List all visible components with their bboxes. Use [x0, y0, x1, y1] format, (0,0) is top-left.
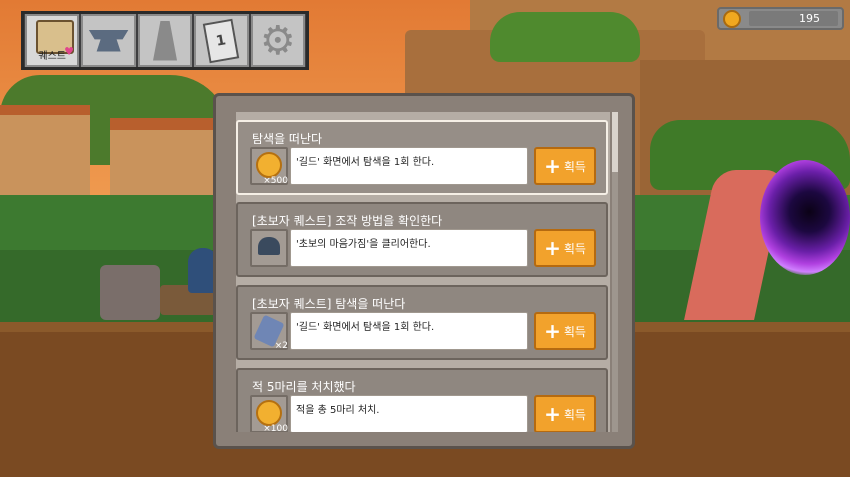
quest-item: 탐색을 떠난다 ×500 '길드' 화면에서 탐색을 1회 한다. + 획득 [236, 120, 608, 195]
claim-button[interactable]: + 획득 [534, 147, 596, 185]
reward-box: ×100 [250, 395, 288, 432]
quest-title: 탐색을 떠난다 [252, 132, 323, 146]
plus-icon: + [544, 402, 561, 426]
quest-list[interactable]: 탐색을 떠난다 ×500 '길드' 화면에서 탐색을 1회 한다. + 획득 [… [236, 112, 610, 432]
tower-icon [153, 20, 178, 61]
reward-box: ×2 [250, 312, 288, 351]
quest-title: [초보자 퀘스트] 조작 방법을 확인한다 [252, 214, 443, 228]
claim-button-label: 획득 [563, 407, 586, 422]
card-icon: 1 [203, 18, 240, 63]
gold-coin-icon [723, 10, 741, 28]
claim-button-label: 획득 [563, 324, 586, 339]
gear-icon: ⚙ [259, 17, 296, 64]
quest-title: [초보자 퀘스트] 탐색을 떠난다 [252, 297, 406, 311]
quest-panel: 탐색을 떠난다 ×500 '길드' 화면에서 탐색을 1회 한다. + 획득 [… [213, 93, 635, 449]
quest-description: '초보의 마음가짐'을 클리어한다. [290, 229, 528, 267]
quest-item: [초보자 퀘스트] 조작 방법을 확인한다 '초보의 마음가짐'을 클리어한다.… [236, 202, 608, 277]
gold-field [749, 11, 838, 26]
gold-coin-icon [256, 400, 282, 426]
tab-tower[interactable] [137, 14, 193, 67]
tab-quest[interactable]: 퀘스트 [25, 14, 80, 67]
gold-counter: 195 [717, 7, 844, 30]
quest-list-scrollbar[interactable] [612, 112, 618, 432]
claim-button-label: 획득 [563, 159, 586, 174]
dark-portal [760, 160, 850, 275]
card-badge: 1 [215, 31, 228, 50]
claim-button[interactable]: + 획득 [534, 229, 596, 267]
quest-item: [초보자 퀘스트] 탐색을 떠난다 ×2 '길드' 화면에서 탐색을 1회 한다… [236, 285, 608, 360]
helmet-icon [258, 237, 280, 255]
plus-icon: + [544, 319, 561, 343]
quest-item: 적 5마리를 처치했다 ×100 적을 총 5마리 처치. + 획득 [236, 368, 608, 432]
tower-foliage [490, 12, 640, 62]
tab-cards[interactable]: 1 [194, 14, 249, 67]
quest-description: '길드' 화면에서 탐색을 1회 한다. [290, 147, 528, 185]
plus-icon: + [544, 154, 561, 178]
scrollbar-thumb[interactable] [612, 112, 618, 172]
quest-description: '길드' 화면에서 탐색을 1회 한다. [290, 312, 528, 350]
quest-title: 적 5마리를 처치했다 [252, 380, 356, 394]
gold-coin-icon [256, 152, 282, 178]
anvil-icon [88, 29, 129, 52]
horse-sprite [100, 265, 160, 320]
tab-settings[interactable]: ⚙ [250, 14, 306, 67]
reward-box [250, 229, 288, 267]
claim-button[interactable]: + 획득 [534, 312, 596, 350]
claim-button[interactable]: + 획득 [534, 395, 596, 432]
reward-count: ×2 [274, 341, 288, 351]
main-menu-toolbar: 퀘스트 1 ⚙ [21, 11, 309, 70]
reward-count: ×100 [263, 424, 288, 432]
quest-description: 적을 총 5마리 처치. [290, 395, 528, 432]
tab-smithy[interactable] [81, 14, 136, 67]
claim-button-label: 획득 [563, 241, 586, 256]
reward-box: ×500 [250, 147, 288, 186]
plus-icon: + [544, 236, 561, 260]
tab-quest-label: 퀘스트 [38, 51, 66, 62]
gold-value: 195 [799, 12, 820, 25]
reward-count: ×500 [263, 176, 288, 186]
